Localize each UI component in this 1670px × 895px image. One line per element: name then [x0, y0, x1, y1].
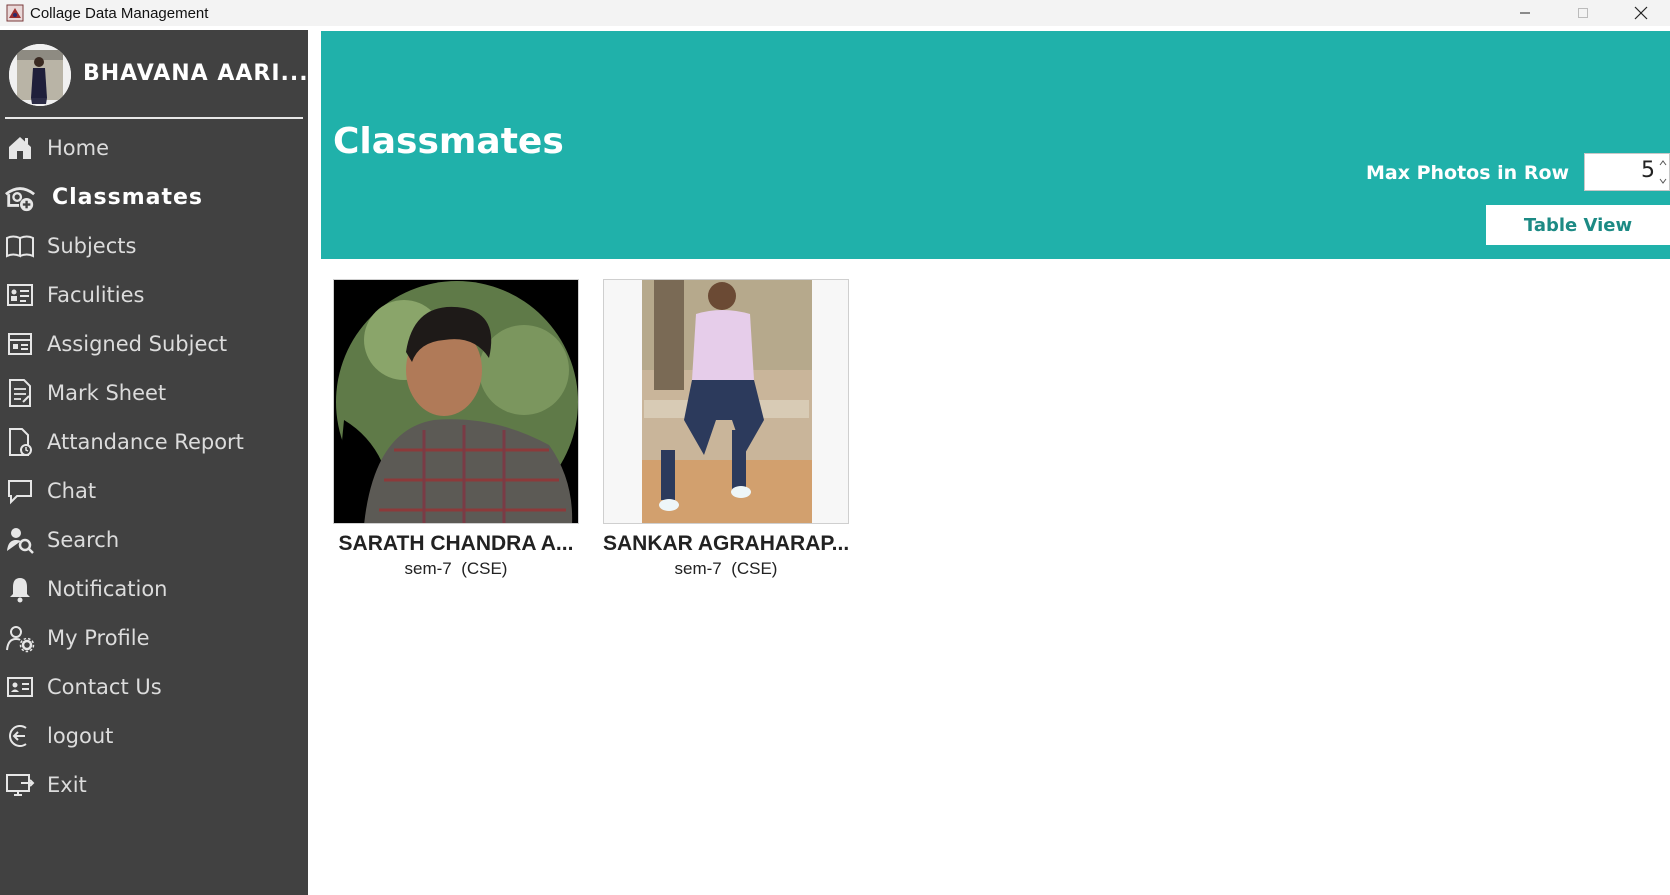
spinner-down-icon[interactable] [1657, 172, 1669, 190]
assigned-subject-icon [4, 328, 36, 360]
window-title: Collage Data Management [30, 4, 209, 22]
sidebar-item-label: Mark Sheet [47, 381, 167, 405]
sidebar-item-subjects[interactable]: Subjects [0, 224, 308, 268]
profile-settings-icon [4, 622, 36, 654]
sidebar-item-label: Search [47, 528, 120, 552]
classmates-icon [4, 181, 36, 213]
sidebar-item-logout[interactable]: logout [0, 714, 308, 758]
minimize-icon [1520, 12, 1530, 14]
sidebar-item-search[interactable]: Search [0, 518, 308, 562]
sidebar-item-label: Home [47, 136, 110, 160]
sidebar-item-label: Exit [47, 773, 87, 797]
mark-sheet-icon [4, 377, 36, 409]
classmate-card[interactable]: SANKAR AGRAHARAP... sem-7 (CSE) [603, 279, 849, 579]
minimize-button[interactable] [1496, 0, 1554, 26]
classmate-name: SANKAR AGRAHARAP... [603, 532, 850, 555]
sidebar-item-exit[interactable]: Exit [0, 763, 308, 807]
classmate-semester-branch: sem-7 (CSE) [674, 559, 778, 578]
book-icon [4, 230, 36, 262]
maximize-icon [1578, 8, 1588, 18]
close-button[interactable] [1612, 0, 1670, 26]
table-view-button[interactable]: Table View [1486, 205, 1670, 245]
sidebar-item-chat[interactable]: Chat [0, 469, 308, 513]
sidebar-item-label: Attandance Report [47, 430, 244, 454]
max-photos-value: 5 [1641, 158, 1655, 183]
close-icon [1634, 6, 1648, 20]
maximize-button[interactable] [1554, 0, 1612, 26]
sidebar-item-attandance-report[interactable]: Attandance Report [0, 420, 308, 464]
sidebar-item-label: My Profile [47, 626, 150, 650]
avatar [9, 44, 71, 106]
contact-card-icon [4, 671, 36, 703]
home-icon [4, 132, 36, 164]
logout-icon [4, 720, 36, 752]
sidebar-item-label: Contact Us [47, 675, 162, 699]
user-name: BHAVANA AARI... [83, 61, 309, 86]
sidebar: BHAVANA AARI... Home Classmates Subjects… [0, 30, 308, 895]
sidebar-item-label: Faculities [47, 283, 145, 307]
sidebar-item-my-profile[interactable]: My Profile [0, 616, 308, 660]
sidebar-item-classmates[interactable]: Classmates [0, 175, 308, 219]
sidebar-item-mark-sheet[interactable]: Mark Sheet [0, 371, 308, 415]
bell-icon [4, 573, 36, 605]
max-photos-label: Max Photos in Row [1366, 162, 1570, 184]
classmate-card[interactable]: SARATH CHANDRA A... sem-7 (CSE) [333, 279, 579, 579]
sidebar-item-label: Subjects [47, 234, 137, 258]
user-profile[interactable]: BHAVANA AARI... [0, 30, 308, 118]
faculty-icon [4, 279, 36, 311]
sidebar-item-label: Notification [47, 577, 168, 601]
attendance-report-icon [4, 426, 36, 458]
app-icon [6, 4, 24, 22]
sidebar-item-label: Assigned Subject [47, 332, 228, 356]
max-photos-spinner[interactable]: 5 [1584, 153, 1670, 191]
sidebar-item-label: Classmates [52, 184, 204, 210]
search-user-icon [4, 524, 36, 556]
exit-icon [4, 769, 36, 801]
classmate-semester-branch: sem-7 (CSE) [404, 559, 508, 578]
sidebar-item-assigned-subject[interactable]: Assigned Subject [0, 322, 308, 366]
spinner-up-icon[interactable] [1657, 154, 1669, 172]
classmate-photo[interactable] [333, 279, 579, 524]
page-header: Classmates Max Photos in Row 5 Table Vie… [321, 31, 1670, 259]
sidebar-item-label: Chat [47, 479, 97, 503]
sidebar-item-home[interactable]: Home [0, 126, 308, 170]
sidebar-divider [5, 117, 303, 119]
classmate-name: SARATH CHANDRA A... [338, 532, 574, 555]
sidebar-item-contact-us[interactable]: Contact Us [0, 665, 308, 709]
page-title: Classmates [333, 121, 564, 162]
sidebar-item-faculities[interactable]: Faculities [0, 273, 308, 317]
chat-icon [4, 475, 36, 507]
classmate-photo[interactable] [603, 279, 849, 524]
sidebar-item-notification[interactable]: Notification [0, 567, 308, 611]
sidebar-item-label: logout [47, 724, 114, 748]
title-bar: Collage Data Management [0, 0, 1670, 26]
window-controls [1496, 0, 1670, 26]
